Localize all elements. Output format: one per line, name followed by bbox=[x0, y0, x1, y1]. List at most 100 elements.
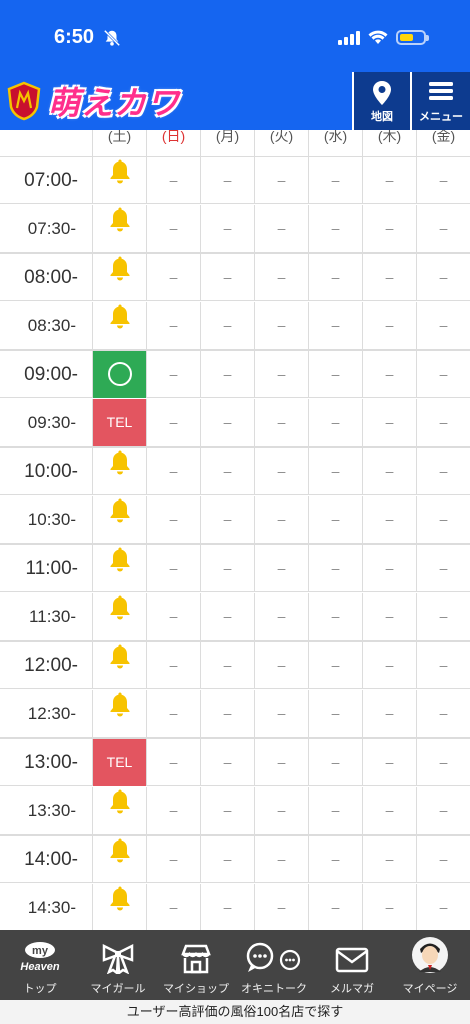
empty-slot-cell: – bbox=[308, 786, 362, 834]
empty-slot-cell: – bbox=[416, 448, 470, 495]
map-button[interactable]: 地図 bbox=[352, 72, 410, 130]
empty-slot-cell: – bbox=[254, 739, 308, 786]
nav-item-label: オキニトーク bbox=[241, 983, 307, 995]
notify-bell-cell[interactable] bbox=[92, 545, 146, 592]
empty-slot-cell: – bbox=[254, 883, 308, 930]
nav-item[interactable]: マイページ bbox=[390, 930, 470, 1000]
empty-slot-cell: – bbox=[254, 301, 308, 349]
nav-item[interactable]: マイショップ bbox=[156, 930, 236, 1000]
day-header: (金) bbox=[416, 130, 470, 156]
notify-bell-cell[interactable] bbox=[92, 786, 146, 834]
schedule-row: 09:00- – – – – – – bbox=[0, 350, 470, 398]
notify-bell-cell[interactable] bbox=[92, 495, 146, 543]
notify-bell-cell[interactable] bbox=[92, 883, 146, 930]
empty-slot-cell: – bbox=[254, 642, 308, 689]
nav-item[interactable]: オキニトーク bbox=[234, 930, 314, 1000]
schedule-row: 08:30- – – – – – – bbox=[0, 301, 470, 350]
notify-bell-cell[interactable] bbox=[92, 254, 146, 301]
day-header: (土) bbox=[92, 130, 146, 156]
logo-emblem-icon bbox=[7, 81, 41, 121]
schedule-row: 07:00- – – – – – – bbox=[0, 156, 470, 204]
empty-slot-cell: – bbox=[146, 592, 200, 640]
empty-slot-cell: – bbox=[416, 351, 470, 398]
empty-slot-cell: – bbox=[308, 495, 362, 543]
available-slot-cell[interactable] bbox=[92, 351, 146, 398]
empty-slot-cell: – bbox=[146, 351, 200, 398]
tel-slot-cell[interactable]: TEL bbox=[92, 739, 146, 786]
empty-slot-cell: – bbox=[308, 448, 362, 495]
notify-bell-cell[interactable] bbox=[92, 301, 146, 349]
empty-slot-cell: – bbox=[362, 642, 416, 689]
empty-slot-cell: – bbox=[308, 204, 362, 252]
time-slot-label: 09:30- bbox=[27, 412, 76, 432]
bell-icon bbox=[108, 641, 132, 688]
notify-bell-cell[interactable] bbox=[92, 592, 146, 640]
time-slot-label: 10:00- bbox=[24, 461, 78, 482]
schedule-row: 11:30- – – – – – – bbox=[0, 592, 470, 641]
empty-slot-cell: – bbox=[200, 254, 254, 301]
empty-slot-cell: – bbox=[362, 739, 416, 786]
schedule-row: 10:00- – – – – – – bbox=[0, 447, 470, 495]
nav-item-label: メルマガ bbox=[330, 983, 374, 995]
bell-icon bbox=[108, 592, 132, 639]
empty-slot-cell: – bbox=[254, 495, 308, 543]
empty-slot-cell: – bbox=[146, 495, 200, 543]
notify-bell-cell[interactable] bbox=[92, 689, 146, 737]
empty-slot-cell: – bbox=[308, 642, 362, 689]
bottom-nav: my Heaven トップ マイガール マイショップ オキニトーク メルマガ マイページ bbox=[0, 930, 470, 1000]
schedule-row: 14:30- – – – – – – bbox=[0, 883, 470, 930]
empty-slot-cell: – bbox=[416, 592, 470, 640]
time-slot-label: 10:30- bbox=[27, 509, 76, 529]
empty-slot-cell: – bbox=[146, 642, 200, 689]
time-slot-label: 11:30- bbox=[29, 606, 76, 626]
empty-slot-cell: – bbox=[416, 204, 470, 252]
tel-slot-cell[interactable]: TEL bbox=[92, 398, 146, 446]
empty-slot-cell: – bbox=[308, 689, 362, 737]
menu-button[interactable]: メニュー bbox=[410, 72, 470, 130]
hamburger-icon bbox=[429, 82, 453, 100]
nav-item[interactable]: マイガール bbox=[78, 930, 158, 1000]
notify-bell-cell[interactable] bbox=[92, 836, 146, 883]
empty-slot-cell: – bbox=[362, 836, 416, 883]
notify-bell-cell[interactable] bbox=[92, 642, 146, 689]
empty-slot-cell: – bbox=[254, 204, 308, 252]
nav-item[interactable]: my Heaven トップ bbox=[0, 930, 80, 1000]
time-slot-label: 14:00- bbox=[24, 849, 78, 870]
schedule-row: 13:00- TEL – – – – – – bbox=[0, 738, 470, 786]
empty-slot-cell: – bbox=[254, 157, 308, 204]
status-bar: 6:50 bbox=[0, 0, 470, 72]
empty-slot-cell: – bbox=[308, 883, 362, 930]
time-slot-label: 13:00- bbox=[24, 752, 78, 773]
empty-slot-cell: – bbox=[416, 301, 470, 349]
empty-slot-cell: – bbox=[146, 157, 200, 204]
nav-item[interactable]: メルマガ bbox=[312, 930, 392, 1000]
footer-banner[interactable]: ユーザー高評価の風俗100名店で探す bbox=[0, 1000, 470, 1024]
status-time: 6:50 bbox=[54, 26, 95, 48]
bell-icon bbox=[108, 786, 132, 833]
notify-bell-cell[interactable] bbox=[92, 157, 146, 204]
bell-icon bbox=[108, 253, 132, 300]
time-slot-label: 07:30- bbox=[27, 218, 76, 238]
avatar-icon bbox=[390, 930, 470, 974]
empty-slot-cell: – bbox=[362, 398, 416, 446]
empty-slot-cell: – bbox=[416, 254, 470, 301]
empty-slot-cell: – bbox=[146, 689, 200, 737]
notify-bell-cell[interactable] bbox=[92, 204, 146, 252]
empty-slot-cell: – bbox=[362, 592, 416, 640]
day-header: (月) bbox=[200, 130, 254, 156]
logo[interactable]: 萌えカワ bbox=[6, 78, 180, 124]
empty-slot-cell: – bbox=[416, 739, 470, 786]
notify-bell-cell[interactable] bbox=[92, 448, 146, 495]
available-circle-icon bbox=[107, 362, 132, 387]
empty-slot-cell: – bbox=[308, 836, 362, 883]
map-pin-icon bbox=[373, 81, 391, 105]
schedule-row: 07:30- – – – – – – bbox=[0, 204, 470, 253]
day-header: (火) bbox=[254, 130, 308, 156]
schedule-row: 11:00- – – – – – – bbox=[0, 544, 470, 592]
schedule-row: 13:30- – – – – – – bbox=[0, 786, 470, 835]
empty-slot-cell: – bbox=[146, 448, 200, 495]
time-slot-label: 08:00- bbox=[24, 267, 78, 288]
time-slot-label: 11:00- bbox=[25, 558, 78, 579]
empty-slot-cell: – bbox=[200, 351, 254, 398]
nav-item-label: マイガール bbox=[90, 983, 146, 995]
